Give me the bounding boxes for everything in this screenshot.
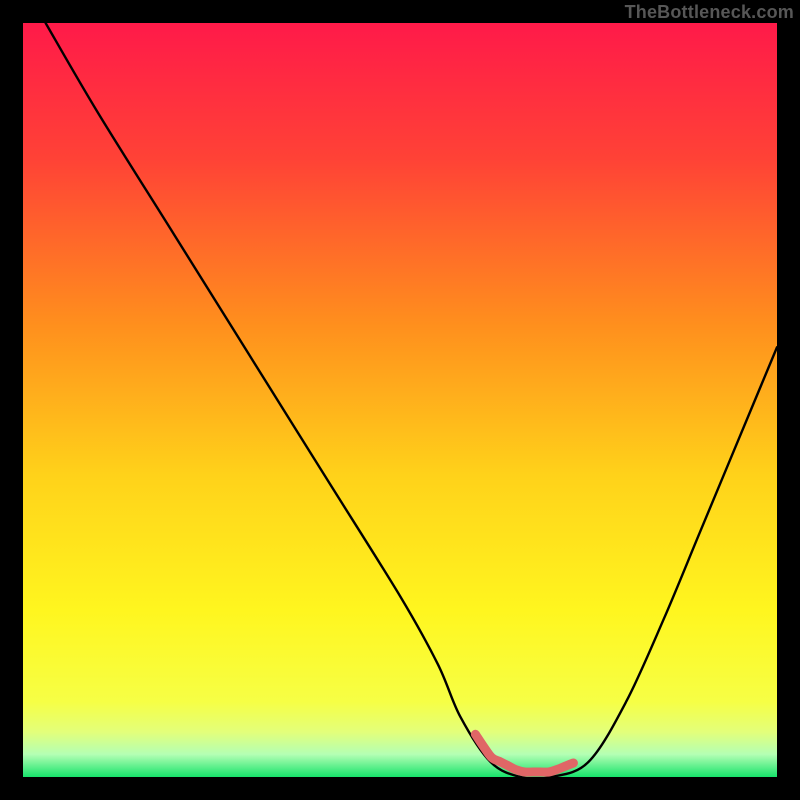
plot-area [23,23,777,777]
bottleneck-curve [23,23,777,777]
attribution-watermark: TheBottleneck.com [625,2,794,23]
chart-frame [23,23,777,777]
